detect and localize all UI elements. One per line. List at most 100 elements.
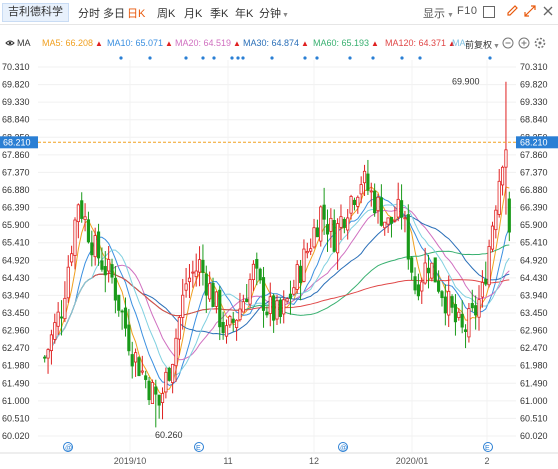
candle-body [437, 280, 441, 292]
event-marker-glyph: E [485, 445, 490, 452]
tab-5[interactable]: 季K [210, 5, 228, 21]
up-arrow-icon: ▲ [233, 39, 241, 48]
tab-0[interactable]: 分时 [78, 5, 100, 21]
up-arrow-icon: ▲ [301, 39, 309, 48]
expand-icon[interactable] [523, 4, 537, 18]
adjust-label: 前复权 [465, 40, 493, 50]
candle-body [255, 259, 259, 269]
tab-2[interactable]: 日K [127, 5, 145, 21]
candle-body [93, 235, 97, 258]
price-axis-label-right: 60.020 [520, 431, 548, 441]
candle-body [416, 284, 420, 297]
price-axis-label-left: 62.470 [2, 343, 30, 353]
tab-4[interactable]: 月K [184, 5, 202, 21]
event-dot [303, 56, 307, 60]
candle-body [268, 296, 272, 314]
candle-body [298, 265, 303, 284]
f10-button[interactable]: F10 [457, 5, 477, 17]
candle-body [63, 297, 67, 320]
settings-icon[interactable] [534, 37, 546, 49]
ma-label: MA [17, 38, 31, 48]
event-dot [488, 56, 492, 60]
candle-body [80, 200, 84, 219]
price-axis-label-right: 70.310 [520, 62, 548, 72]
candle-body [187, 277, 192, 283]
price-axis-label-left: 69.330 [2, 97, 30, 107]
candle-body [322, 204, 326, 220]
price-axis-label-left: 64.430 [2, 273, 30, 283]
kline-chart[interactable]: 70.310 70.310 69.820 69.820 69.330 69.330 68.8… [0, 55, 558, 469]
tab-1[interactable]: 多日 [103, 5, 125, 21]
tab-7[interactable]: 分钟▼ [259, 5, 289, 21]
ma-legend-label: MA20: 64.519 [175, 38, 232, 48]
candle-body [352, 199, 357, 205]
candle-body [386, 217, 390, 225]
candle-body [507, 198, 511, 233]
checkbox-icon[interactable] [482, 5, 496, 19]
eye-icon[interactable] [5, 38, 15, 48]
candle-body [228, 316, 232, 326]
candle-body [201, 259, 205, 273]
event-dot [212, 56, 216, 60]
close-icon[interactable] [541, 4, 555, 18]
candle-body [150, 382, 155, 404]
candle-body [346, 217, 350, 231]
ma-legend-label: MA120: 64.371 [385, 38, 447, 48]
candle-body [430, 262, 434, 279]
ma-legend-item[interactable]: MA30: 64.874 ▲ [243, 38, 309, 48]
ma-legend-item[interactable]: MA5: 66.208 ▲ [42, 38, 103, 48]
tab-label: 周K [157, 8, 176, 20]
candle-body [426, 267, 431, 274]
ma-legend-item[interactable]: MA10: 65.071 ▲ [107, 38, 173, 48]
tab-3[interactable]: 周K [157, 5, 175, 21]
price-axis-label-right: 67.370 [520, 167, 548, 177]
candle-body [305, 251, 309, 254]
candle-body [211, 282, 215, 307]
candle-body [440, 291, 444, 299]
candle-body [278, 299, 282, 317]
candle-body [86, 219, 91, 243]
ma-legend-item[interactable]: MA60: 65.193 ▲ [313, 38, 379, 48]
candle-body [174, 337, 178, 367]
candle-body [329, 217, 333, 232]
event-marker-glyph: @ [340, 445, 347, 452]
candle-body [389, 216, 394, 224]
ma-legend-label: MA30: 64.874 [243, 38, 300, 48]
ma-legend-label: MA10: 65.071 [107, 38, 164, 48]
stock-name-tag[interactable]: 吉利德科学 [2, 3, 69, 22]
candle-body [399, 200, 404, 218]
candle-body [501, 166, 505, 186]
price-axis-label-left: 70.310 [2, 62, 30, 72]
candle-body [83, 216, 87, 220]
ma-legend-item[interactable]: MA120: 64.371 ▲ [385, 38, 456, 48]
candle-body [100, 260, 104, 270]
price-axis-label-left: 67.370 [2, 167, 30, 177]
candle-body [292, 287, 296, 295]
candle-body [359, 184, 363, 195]
price-axis-label-left: 60.510 [2, 413, 30, 423]
display-menu[interactable]: 显示 ▼ [423, 5, 454, 21]
price-axis-label-right: 61.980 [520, 361, 548, 371]
up-arrow-icon: ▲ [371, 39, 379, 48]
event-dot [148, 56, 152, 60]
price-axis-label-right: 65.900 [520, 220, 548, 230]
event-dot [315, 56, 319, 60]
candle-body [487, 246, 491, 286]
candle-body [107, 259, 111, 272]
plus-circle-icon[interactable] [518, 37, 530, 49]
tab-label: 年K [235, 8, 254, 20]
candle-body [134, 352, 138, 363]
candle-body [123, 307, 128, 329]
time-axis-label: 2 [484, 456, 489, 466]
candle-body [474, 305, 478, 316]
minus-circle-icon[interactable] [502, 37, 514, 49]
candle-body [171, 363, 175, 383]
ma-legend-item[interactable]: MA20: 64.519 ▲ [175, 38, 241, 48]
tab-6[interactable]: 年K [235, 5, 253, 21]
time-axis-label: 2020/01 [396, 456, 429, 466]
adjust-menu[interactable]: 前复权▼ [465, 38, 500, 51]
candle-body [443, 296, 447, 314]
pencil-icon[interactable] [505, 4, 519, 18]
candle-body [154, 386, 158, 395]
price-axis-label-left: 61.000 [2, 396, 30, 406]
